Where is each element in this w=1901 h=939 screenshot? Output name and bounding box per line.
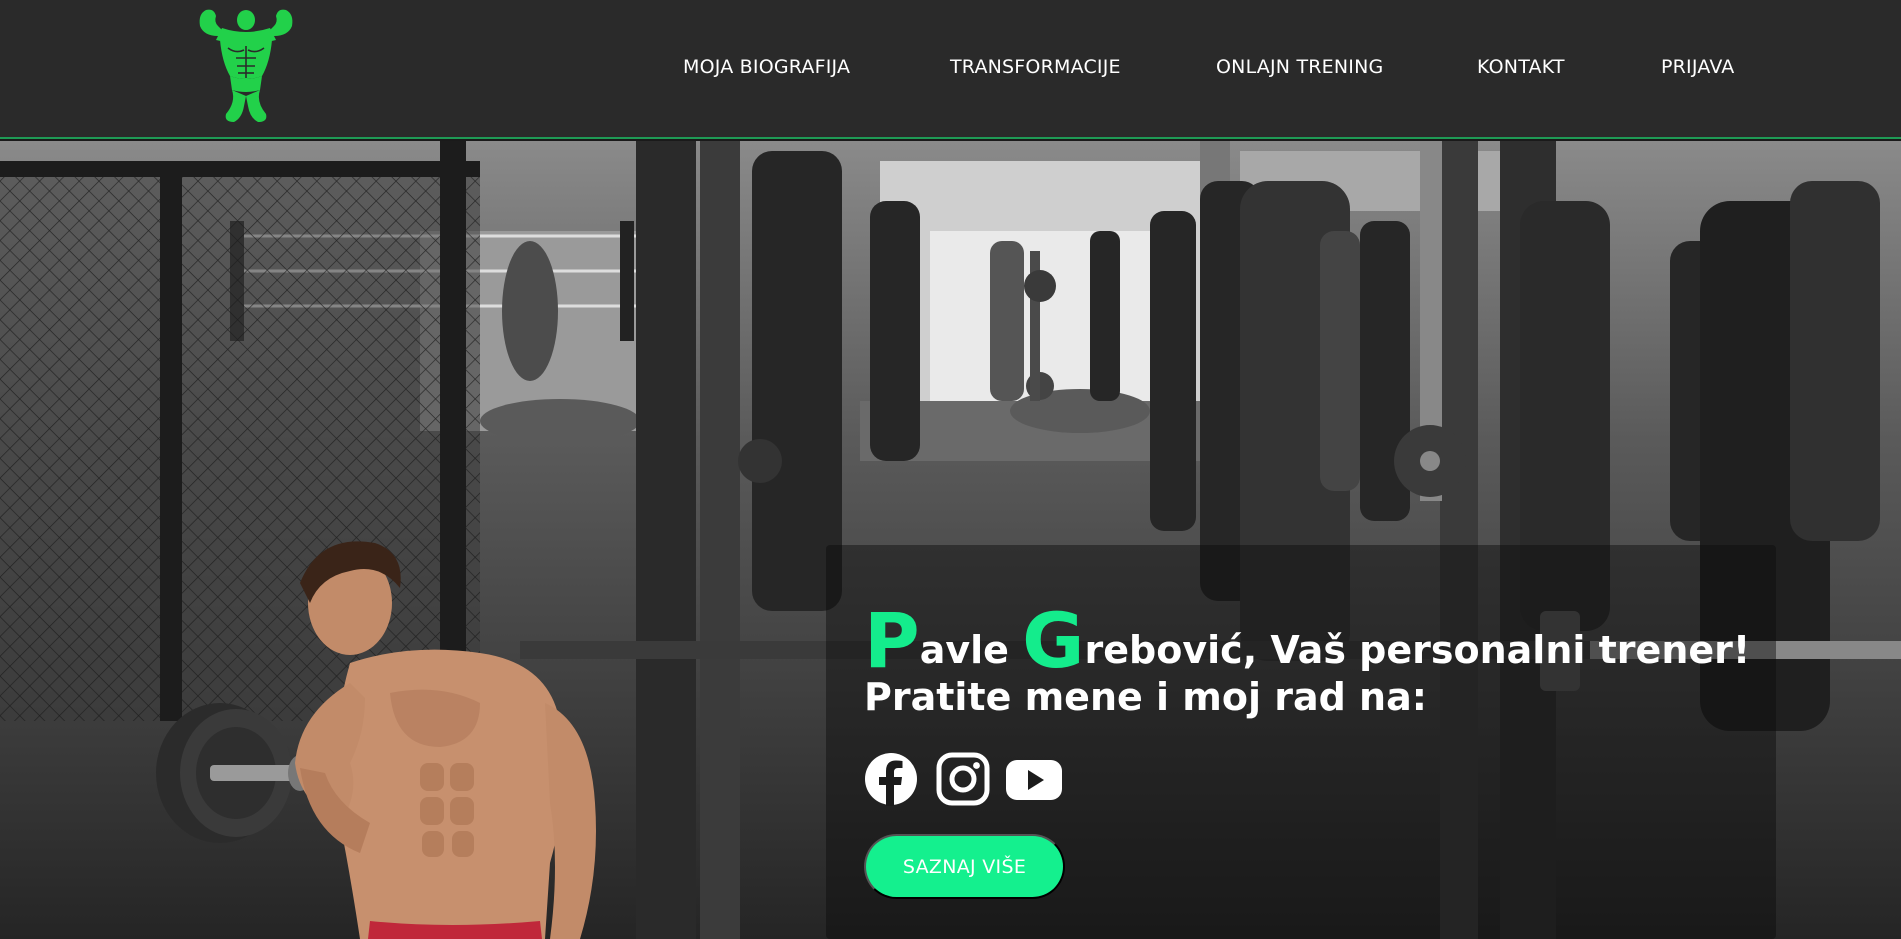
saznaj-vise-button[interactable]: SAZNAJ VIŠE <box>864 834 1065 899</box>
hero-subline: Pratite mene i moj rad na: <box>864 675 1427 719</box>
headline-first-initial: P <box>864 596 920 685</box>
facebook-icon[interactable] <box>864 752 918 806</box>
instagram-icon[interactable] <box>936 752 990 806</box>
nav-item-biografija[interactable]: MOJA BIOGRAFIJA <box>683 56 850 78</box>
youtube-icon[interactable] <box>1004 752 1064 806</box>
bodybuilder-logo-icon[interactable] <box>192 6 300 124</box>
nav-item-kontakt[interactable]: KONTAKT <box>1477 56 1565 78</box>
top-navbar: MOJA BIOGRAFIJA TRANSFORMACIJE ONLAJN TR… <box>0 0 1901 139</box>
athlete-with-dumbbell-image <box>150 533 680 939</box>
hero-section: Pavle Grebović, Vaš personalni trener! P… <box>0 141 1901 939</box>
headline-last-initial: G <box>1022 596 1085 685</box>
nav-item-onlajn-trening[interactable]: ONLAJN TRENING <box>1216 56 1383 78</box>
nav-item-prijava[interactable]: PRIJAVA <box>1661 56 1735 78</box>
hero-headline: Pavle Grebović, Vaš personalni trener! <box>864 603 1764 679</box>
nav-item-transformacije[interactable]: TRANSFORMACIJE <box>950 56 1121 78</box>
headline-first-rest: avle <box>919 628 1023 672</box>
headline-last-rest: rebović, Vaš personalni trener! <box>1084 628 1751 672</box>
